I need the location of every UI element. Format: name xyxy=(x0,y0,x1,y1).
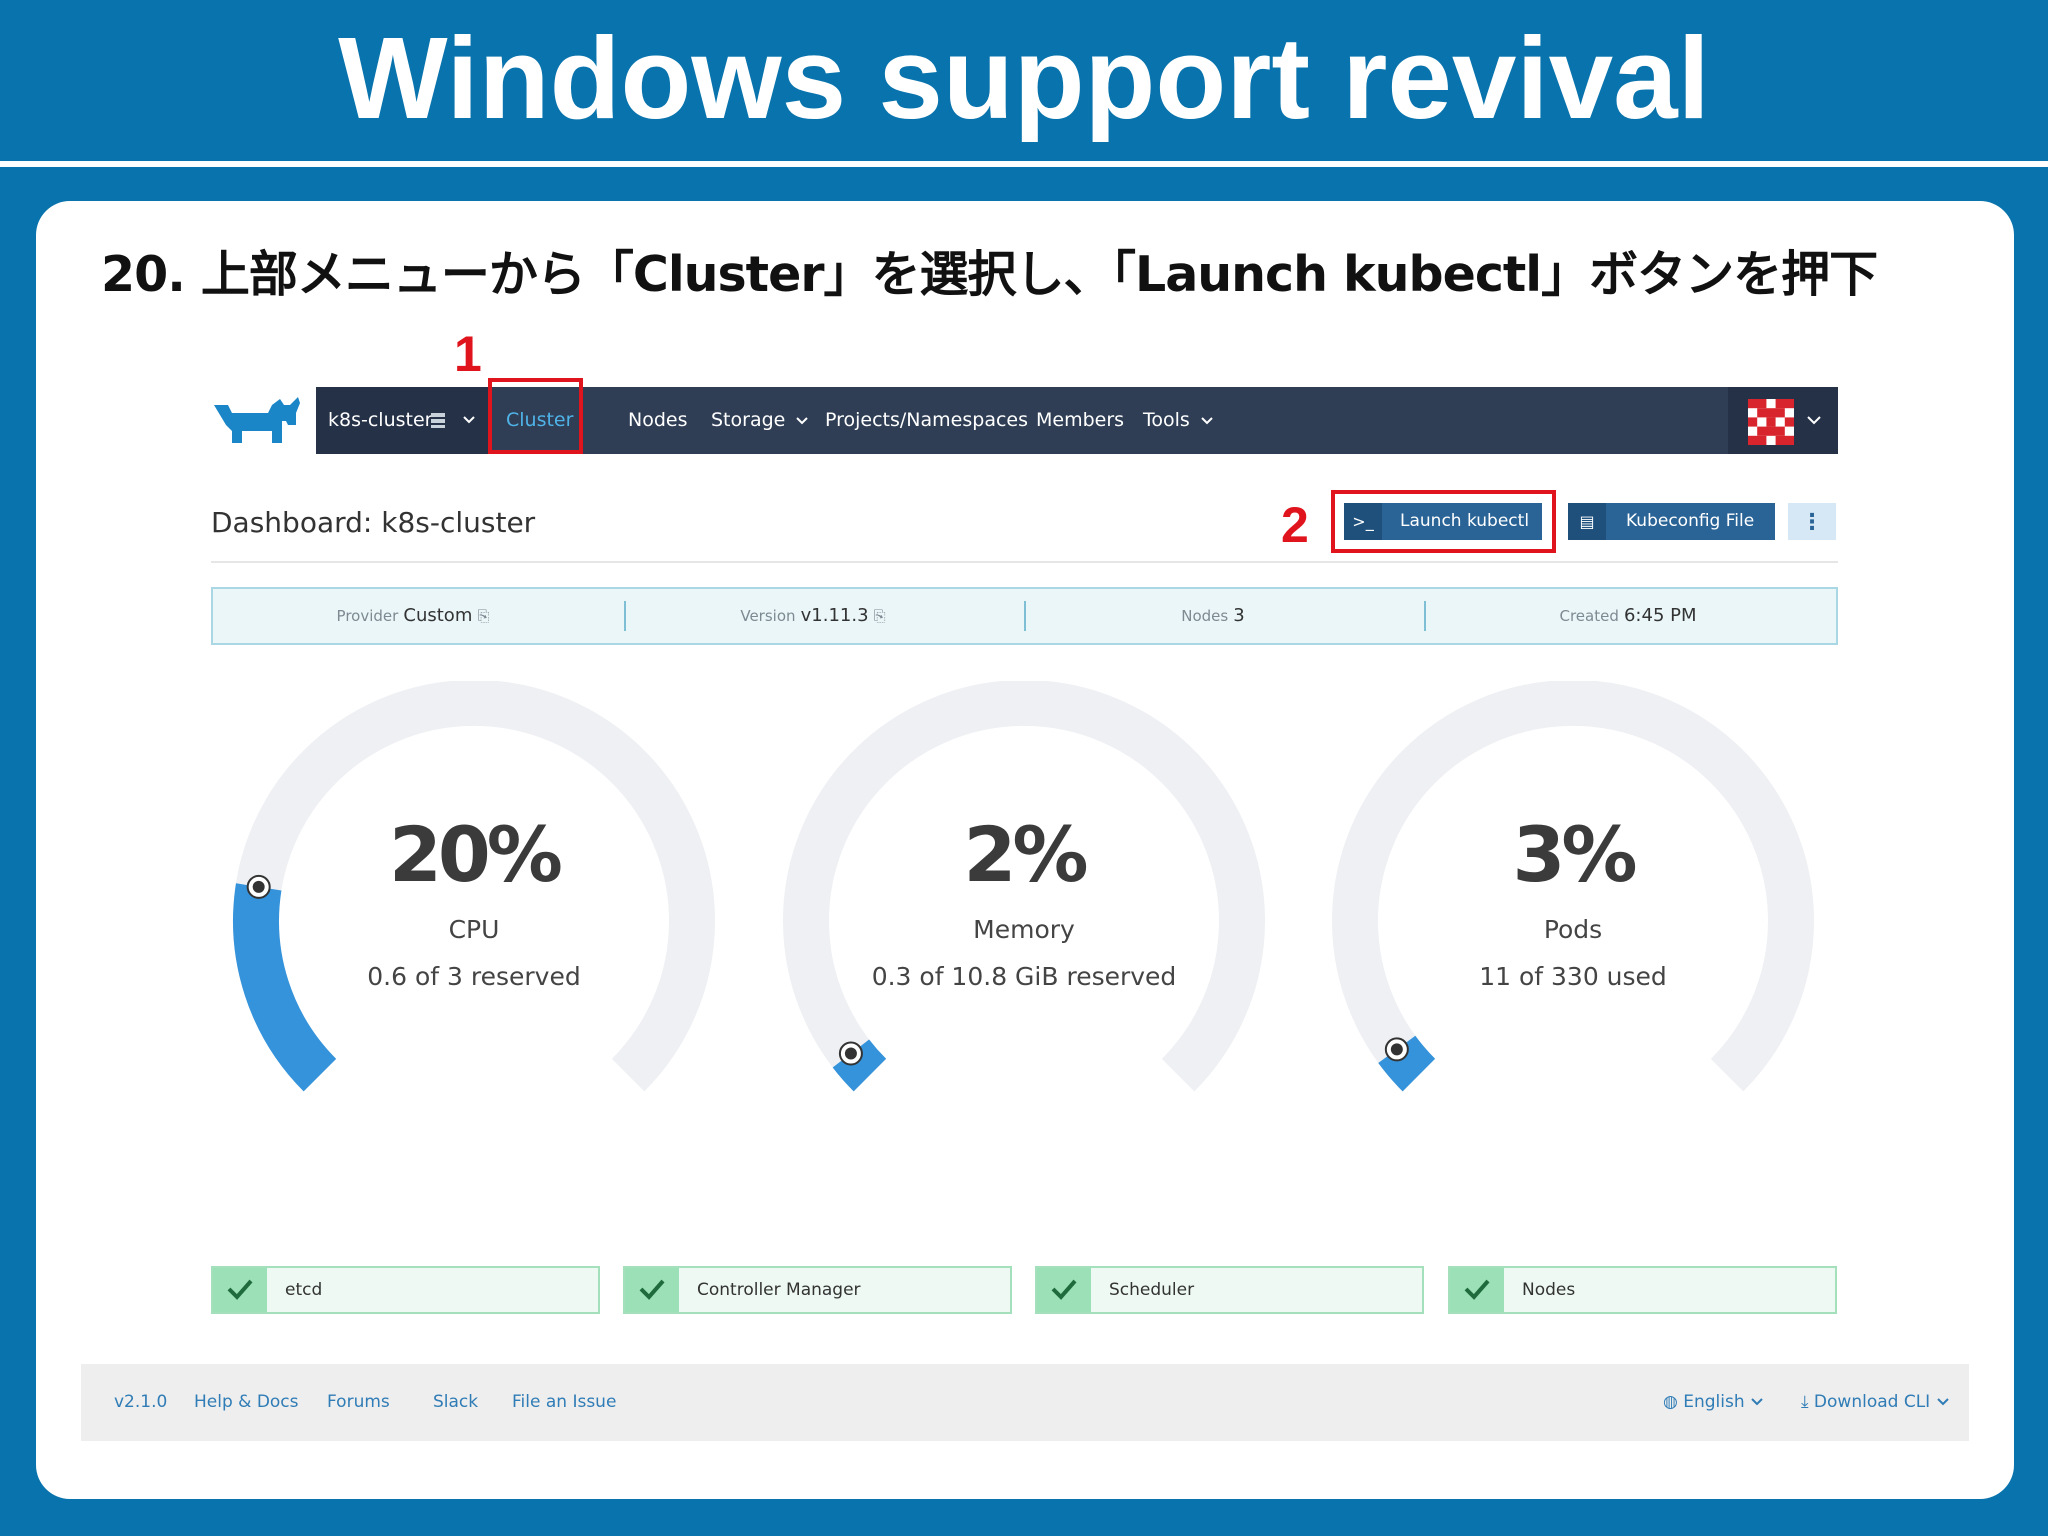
memory-detail: 0.3 of 10.8 GiB reserved xyxy=(872,962,1177,991)
highlight-box-launch-kubectl xyxy=(1331,490,1556,553)
chevron-down-icon xyxy=(1936,1398,1949,1406)
info-divider xyxy=(1424,601,1426,631)
step-instruction: 20. 上部メニューから「Cluster」を選択し、「Launch kubect… xyxy=(101,246,1878,303)
info-nodes: Nodes 3 xyxy=(1181,605,1245,626)
cluster-selector-label: k8s-cluster xyxy=(328,409,433,431)
chevron-down-icon xyxy=(1807,416,1821,425)
status-etcd: etcd xyxy=(211,1266,600,1314)
memory-label: Memory xyxy=(973,915,1075,944)
memory-percent: 2% xyxy=(963,810,1086,899)
header-divider xyxy=(211,561,1838,563)
language-selector[interactable]: ◍ English xyxy=(1663,1364,1764,1441)
info-provider: Provider Custom ⎘ xyxy=(336,605,490,626)
user-menu[interactable] xyxy=(1728,387,1838,454)
footer-forums[interactable]: Forums xyxy=(327,1364,390,1441)
download-cli-menu[interactable]: ⤓ Download CLI xyxy=(1801,1364,1950,1441)
highlight-box-cluster xyxy=(488,378,583,454)
cpu-detail: 0.6 of 3 reserved xyxy=(367,962,580,991)
copy-icon[interactable]: ⎘ xyxy=(874,607,886,625)
footer: v2.1.0 Help & Docs Forums Slack File an … xyxy=(81,1364,1969,1441)
cluster-stack-icon xyxy=(431,413,445,428)
check-icon xyxy=(1450,1268,1504,1312)
pods-label: Pods xyxy=(1544,915,1602,944)
globe-icon: ◍ xyxy=(1663,1392,1678,1412)
pods-gauge: 3% Pods 11 of 330 used xyxy=(1332,681,1814,1092)
nav-projects-namespaces[interactable]: Projects/Namespaces xyxy=(825,387,1028,454)
pods-percent: 3% xyxy=(1512,810,1635,899)
nav-storage[interactable]: Storage xyxy=(711,387,809,454)
kubeconfig-file-button[interactable]: ▤ Kubeconfig File xyxy=(1568,503,1775,540)
usage-gauges: 20% CPU 0.6 of 3 reserved 2% Memory 0.3 … xyxy=(233,681,1814,1092)
gauge-marker-dot xyxy=(1390,1043,1403,1056)
annotation-marker-2: 2 xyxy=(1281,497,1309,553)
chevron-down-icon xyxy=(463,416,475,424)
cpu-percent: 20% xyxy=(389,810,561,899)
status-controller-manager: Controller Manager xyxy=(623,1266,1012,1314)
footer-slack[interactable]: Slack xyxy=(433,1364,478,1441)
chevron-down-icon xyxy=(796,417,809,425)
download-icon: ⤓ xyxy=(1801,1392,1809,1412)
footer-file-issue[interactable]: File an Issue xyxy=(512,1364,616,1441)
annotation-marker-1: 1 xyxy=(454,326,482,382)
status-nodes: Nodes xyxy=(1448,1266,1837,1314)
check-icon xyxy=(213,1268,267,1312)
info-created: Created 6:45 PM xyxy=(1559,605,1697,626)
gauge-marker-dot xyxy=(844,1047,857,1060)
gauge-marker-dot xyxy=(252,880,265,893)
copy-icon[interactable]: ⎘ xyxy=(477,607,489,625)
slide-card: 20. 上部メニューから「Cluster」を選択し、「Launch kubect… xyxy=(36,201,2014,1499)
title-divider xyxy=(0,161,2048,167)
file-icon: ▤ xyxy=(1568,503,1606,540)
more-actions-button[interactable]: ⋮ xyxy=(1788,503,1836,540)
nav-members[interactable]: Members xyxy=(1036,387,1124,454)
chevron-down-icon xyxy=(1201,417,1213,425)
cluster-info-bar: Provider Custom ⎘ Version v1.11.3 ⎘ Node… xyxy=(211,587,1838,645)
status-scheduler: Scheduler xyxy=(1035,1266,1424,1314)
chevron-down-icon xyxy=(1751,1398,1763,1406)
check-icon xyxy=(625,1268,679,1312)
cluster-selector[interactable]: k8s-cluster xyxy=(316,387,488,454)
rancher-logo-icon xyxy=(214,397,300,443)
nav-nodes[interactable]: Nodes xyxy=(628,387,688,454)
pods-detail: 11 of 330 used xyxy=(1479,962,1667,991)
memory-gauge: 2% Memory 0.3 of 10.8 GiB reserved xyxy=(783,681,1265,1092)
slide-title: Windows support revival xyxy=(338,13,1710,143)
cpu-gauge: 20% CPU 0.6 of 3 reserved xyxy=(233,681,715,1092)
cpu-label: CPU xyxy=(449,915,500,944)
footer-help-docs[interactable]: Help & Docs xyxy=(194,1364,299,1441)
check-icon xyxy=(1037,1268,1091,1312)
info-version: Version v1.11.3 ⎘ xyxy=(740,605,886,626)
user-avatar-icon xyxy=(1748,399,1794,445)
dashboard-title: Dashboard: k8s-cluster xyxy=(211,506,536,539)
nav-tools[interactable]: Tools xyxy=(1143,387,1214,454)
footer-version: v2.1.0 xyxy=(114,1392,168,1412)
